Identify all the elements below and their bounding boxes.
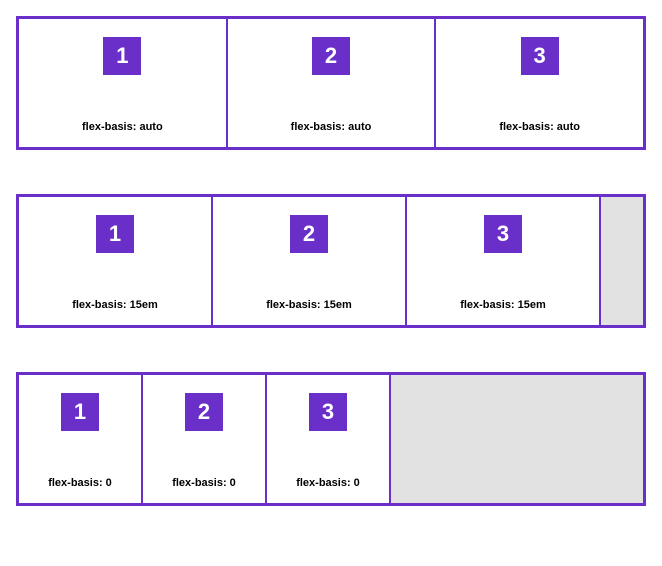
flex-item: 2 flex-basis: auto [228, 19, 437, 147]
flex-item: 2 flex-basis: 0 [143, 375, 267, 503]
item-number-badge: 1 [96, 215, 134, 253]
flex-item: 3 flex-basis: auto [436, 19, 643, 147]
item-number-badge: 1 [103, 37, 141, 75]
flex-item: 3 flex-basis: 0 [267, 375, 391, 503]
item-number-badge: 2 [185, 393, 223, 431]
item-number-badge: 2 [290, 215, 328, 253]
item-caption: flex-basis: 0 [172, 477, 236, 489]
flex-example-15em: 1 flex-basis: 15em 2 flex-basis: 15em 3 … [16, 194, 646, 328]
item-number-badge: 1 [61, 393, 99, 431]
item-caption: flex-basis: 15em [266, 299, 352, 311]
flex-item: 1 flex-basis: auto [19, 19, 228, 147]
item-caption: flex-basis: auto [291, 121, 372, 133]
item-number-badge: 3 [309, 393, 347, 431]
item-number-badge: 2 [312, 37, 350, 75]
item-caption: flex-basis: auto [499, 121, 580, 133]
item-caption: flex-basis: 15em [72, 299, 158, 311]
item-number-badge: 3 [521, 37, 559, 75]
flex-item: 3 flex-basis: 15em [407, 197, 601, 325]
item-caption: flex-basis: auto [82, 121, 163, 133]
flex-example-zero: 1 flex-basis: 0 2 flex-basis: 0 3 flex-b… [16, 372, 646, 506]
flex-item: 1 flex-basis: 0 [19, 375, 143, 503]
item-number-badge: 3 [484, 215, 522, 253]
flex-item: 2 flex-basis: 15em [213, 197, 407, 325]
item-caption: flex-basis: 15em [460, 299, 546, 311]
item-caption: flex-basis: 0 [48, 477, 112, 489]
item-caption: flex-basis: 0 [296, 477, 360, 489]
flex-example-auto: 1 flex-basis: auto 2 flex-basis: auto 3 … [16, 16, 646, 150]
flex-item: 1 flex-basis: 15em [19, 197, 213, 325]
